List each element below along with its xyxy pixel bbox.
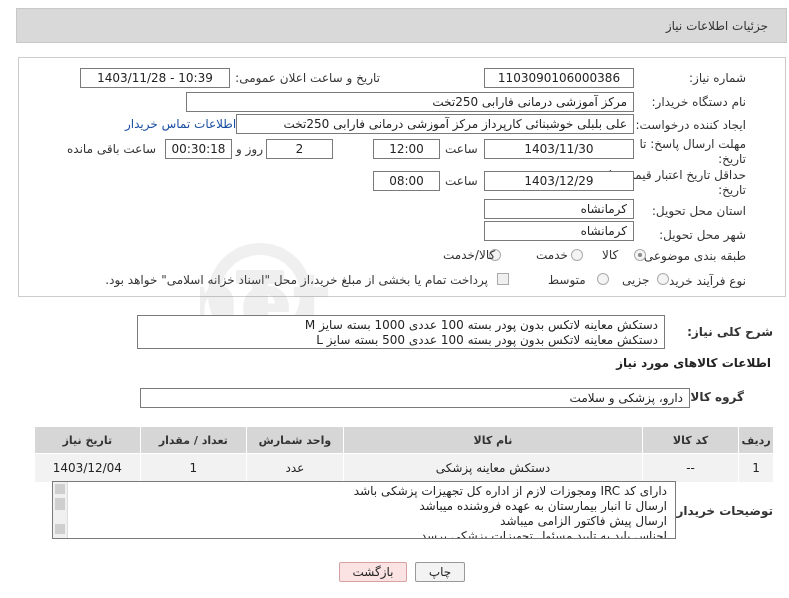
- goods-group-label: گروه کالا:: [685, 390, 744, 404]
- category-option-goods: کالا: [602, 248, 619, 262]
- col-header-row-number: ردیف: [738, 426, 774, 454]
- description-line: دستکش معاینه لاتکس بدون پودر بسته 100 عد…: [304, 318, 658, 332]
- cell-quantity: 1: [139, 453, 247, 483]
- items-table: ردیف کد کالا نام کالا واحد شمارش تعداد /…: [34, 426, 774, 483]
- col-header-unit: واحد شمارش: [245, 426, 344, 454]
- days-label: روز و: [236, 142, 263, 156]
- province-label: استان محل تحویل:: [651, 204, 746, 218]
- cell-need-date: 1403/12/04: [34, 453, 141, 483]
- buyer-note-line: ارسال پیش فاکتور الزامی میباشد: [500, 514, 667, 528]
- buyer-notes-scrollbar[interactable]: [53, 482, 68, 538]
- deadline-label: مهلت ارسال پاسخ: تا: [639, 137, 746, 151]
- category-option-both: کالا/خدمت: [443, 248, 496, 262]
- city-field[interactable]: کرمانشاه: [484, 221, 634, 241]
- cell-unit: عدد: [245, 453, 344, 483]
- col-header-code: کد کالا: [642, 426, 740, 454]
- col-header-quantity: تعداد / مقدار: [139, 426, 247, 454]
- need-number-label: شماره نیاز:: [689, 71, 746, 85]
- back-button[interactable]: بازگشت: [339, 562, 407, 582]
- scroll-thumb[interactable]: [55, 498, 65, 510]
- goods-group-field[interactable]: دارو، پزشکی و سلامت: [140, 388, 690, 408]
- treasury-payment-note: پرداخت تمام یا بخشی از مبلغ خرید،از محل …: [105, 273, 488, 287]
- buyer-note-line: اجناس باید به تایید مسئول تجهیزات پزشکی …: [420, 529, 667, 539]
- table-row[interactable]: 1 -- دستکش معاینه پزشکی عدد 1 1403/12/04: [34, 453, 774, 483]
- buyer-org-field[interactable]: مرکز آموزشی درمانی فارابی 250تخت: [186, 92, 634, 112]
- scroll-up-arrow[interactable]: [55, 484, 65, 494]
- announce-label: تاریخ و ساعت اعلان عمومی:: [235, 71, 380, 85]
- city-label: شهر محل تحویل:: [659, 228, 746, 242]
- description-label: شرح کلی نیاز:: [687, 325, 773, 339]
- validity-date-field[interactable]: 1403/12/29: [484, 171, 634, 191]
- need-number-field[interactable]: 1103090106000386: [484, 68, 634, 88]
- validity-time-label: ساعت: [445, 174, 478, 188]
- page-header: جزئیات اطلاعات نیاز: [16, 8, 787, 43]
- buyer-note-line: ارسال تا انبار بیمارستان به عهده فروشنده…: [419, 499, 667, 513]
- days-remaining-field[interactable]: 2: [266, 139, 333, 159]
- category-radio-goods[interactable]: [634, 249, 646, 261]
- creator-field[interactable]: علی بلبلی خوشبنائی کارپرداز مرکز آموزشی …: [236, 114, 634, 134]
- remaining-label: ساعت باقی مانده: [67, 142, 157, 156]
- page-title: جزئیات اطلاعات نیاز: [665, 19, 768, 33]
- deadline-time-label: ساعت: [445, 142, 478, 156]
- deadline-time-field[interactable]: 12:00: [373, 139, 440, 159]
- treasury-payment-checkbox[interactable]: [497, 273, 509, 285]
- col-header-need-date: تاریخ نیاز: [34, 426, 141, 454]
- process-label: نوع فرآیند خرید :: [661, 274, 746, 288]
- process-option-medium: متوسط: [548, 273, 586, 287]
- contact-buyer-link[interactable]: اطلاعات تماس خریدار: [125, 117, 236, 131]
- deadline-label-date: تاریخ:: [718, 152, 746, 166]
- description-line: دستکش معاینه لاتکس بدون پودر بسته 100 عد…: [316, 333, 658, 347]
- buyer-notes-box[interactable]: دارای کد IRC ومجوزات لازم از اداره کل تج…: [52, 481, 676, 539]
- table-header-row: ردیف کد کالا نام کالا واحد شمارش تعداد /…: [34, 426, 774, 454]
- validity-label-date: تاریخ:: [718, 183, 746, 197]
- category-radio-service[interactable]: [571, 249, 583, 261]
- creator-label: ایجاد کننده درخواست:: [635, 118, 746, 132]
- validity-time-field[interactable]: 08:00: [373, 171, 440, 191]
- buyer-note-line: دارای کد IRC ومجوزات لازم از اداره کل تج…: [353, 484, 667, 498]
- scroll-down-arrow[interactable]: [55, 524, 65, 534]
- cell-row-number: 1: [738, 453, 774, 483]
- remaining-time-field[interactable]: 00:30:18: [165, 139, 232, 159]
- process-radio-medium[interactable]: [597, 273, 609, 285]
- category-option-service: خدمت: [536, 248, 568, 262]
- province-field[interactable]: کرمانشاه: [484, 199, 634, 219]
- buyer-org-label: نام دستگاه خریدار:: [651, 95, 747, 109]
- deadline-date-field[interactable]: 1403/11/30: [484, 139, 634, 159]
- buyer-notes-label: توضیحات خریدار:: [671, 504, 773, 518]
- process-option-minor: جزیی: [622, 273, 650, 287]
- description-box[interactable]: دستکش معاینه لاتکس بدون پودر بسته 100 عد…: [137, 315, 665, 349]
- goods-info-heading: اطلاعات کالاهای مورد نیاز: [616, 356, 771, 370]
- process-radio-minor[interactable]: [657, 273, 669, 285]
- print-button[interactable]: چاپ: [415, 562, 465, 582]
- category-label: طبقه بندی موضوعی:: [639, 249, 746, 263]
- cell-name: دستکش معاینه پزشکی: [342, 453, 644, 483]
- col-header-name: نام کالا: [342, 426, 644, 454]
- announce-field[interactable]: 1403/11/28 - 10:39: [80, 68, 230, 88]
- cell-code: --: [642, 453, 740, 483]
